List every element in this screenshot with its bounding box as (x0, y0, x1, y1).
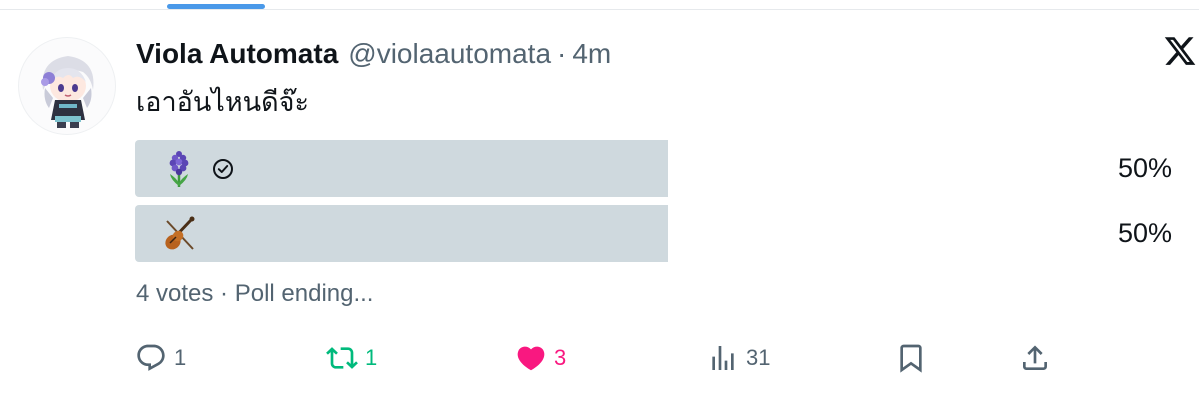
bookmark-icon (900, 344, 922, 373)
heart-filled-icon (517, 346, 545, 371)
share-icon (1023, 345, 1047, 370)
author-name[interactable]: Viola Automata (136, 38, 338, 70)
retweet-icon (326, 347, 358, 369)
views-button[interactable]: 31 (707, 340, 770, 376)
hyacinth-emoji-icon (161, 150, 197, 188)
author-handle[interactable]: @violaautomata (348, 38, 551, 70)
poll-option-percent: 50% (1117, 153, 1172, 183)
x-logo-icon[interactable] (1163, 34, 1197, 68)
views-chart-icon (712, 346, 734, 370)
like-button[interactable]: 3 (515, 340, 566, 376)
retweet-count: 1 (365, 345, 378, 370)
reply-count: 1 (174, 345, 187, 370)
reply-icon (137, 344, 165, 371)
tweet-header: Viola Automata @violaautomata · 4m (136, 34, 611, 74)
poll-meta: 4 votes · Poll ending... (136, 280, 374, 307)
retweet-button[interactable]: 1 (326, 340, 377, 376)
top-divider (0, 9, 1199, 10)
poll-option-percent: 50% (1117, 218, 1172, 248)
like-count: 3 (554, 345, 567, 370)
tweet-text: เอาอันไหนดีจ๊ะ (136, 87, 309, 117)
dot-separator: · (557, 38, 567, 69)
poll-bar (135, 205, 668, 262)
avatar[interactable] (18, 37, 116, 135)
poll-option-2[interactable]: 50% (135, 205, 1199, 262)
timestamp[interactable]: 4m (572, 38, 611, 70)
violin-emoji-icon (161, 215, 197, 253)
bookmark-button[interactable] (895, 340, 927, 376)
views-count: 31 (746, 345, 771, 370)
voted-check-icon (212, 158, 234, 180)
poll-option-1[interactable]: 50% (135, 140, 1199, 197)
reply-button[interactable]: 1 (135, 340, 186, 376)
share-button[interactable] (1019, 340, 1051, 376)
